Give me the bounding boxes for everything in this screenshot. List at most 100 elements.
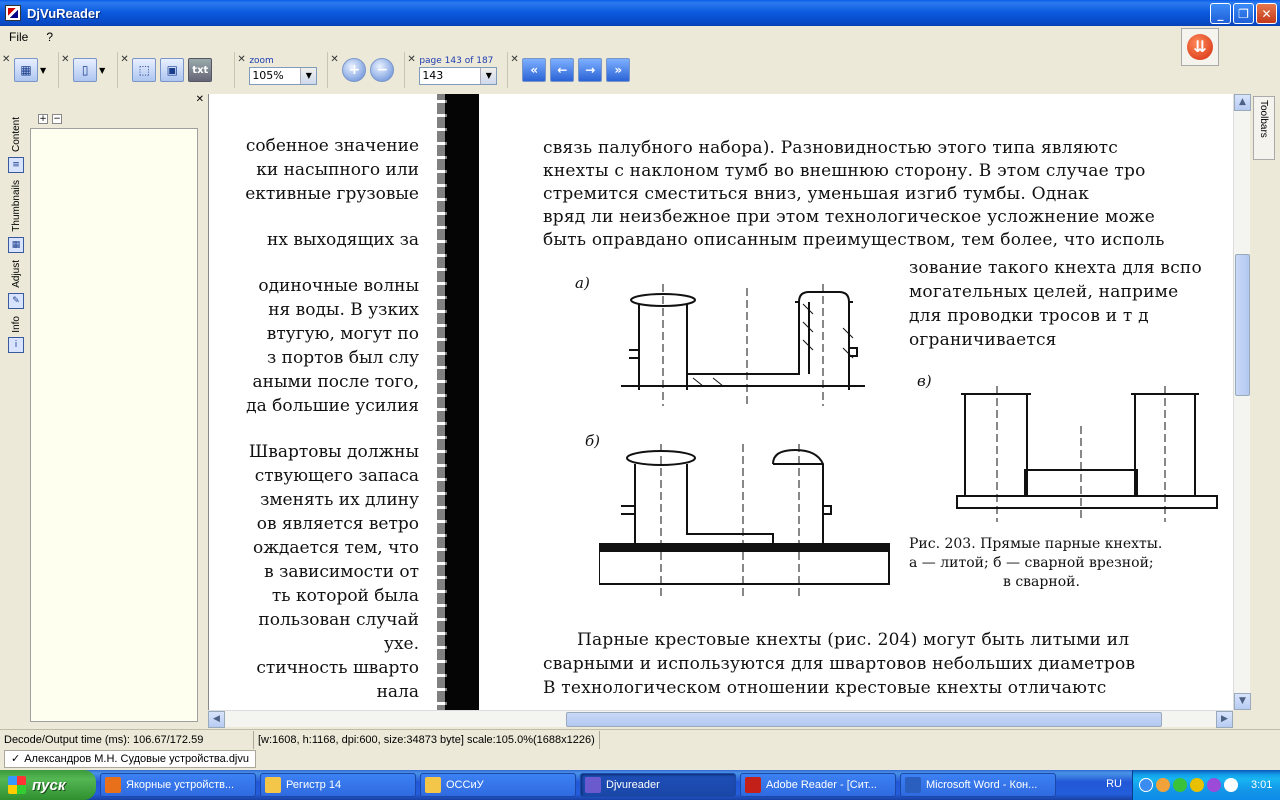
plus-icon: + <box>348 62 361 78</box>
taskbar-item[interactable]: ОССиУ <box>420 773 576 797</box>
close-button[interactable]: ✕ <box>1256 3 1277 24</box>
first-page-button[interactable]: « <box>522 58 547 82</box>
close-icon[interactable]: ✕ <box>196 94 204 105</box>
tray-volume-icon[interactable] <box>1224 778 1238 792</box>
page-value: 143 <box>422 69 444 82</box>
select-region-button[interactable]: ⬚ <box>132 58 157 82</box>
close-icon[interactable]: ✕ <box>510 54 518 65</box>
toolbar-group-page: ✕ ▯ ▼ <box>59 52 119 88</box>
vertical-scrollbar[interactable]: ▲ ▼ <box>1233 94 1251 710</box>
left-page-line: ождается тем, что <box>253 538 419 558</box>
collapse-all-icon[interactable]: − <box>52 114 62 124</box>
toolbar-group-select: ✕ ⬚ ▣ txt <box>118 52 236 88</box>
horizontal-scrollbar[interactable]: ◀ ▶ <box>208 710 1233 728</box>
minus-icon: − <box>376 62 389 78</box>
vertical-scroll-thumb[interactable] <box>1235 254 1250 396</box>
scroll-left-button[interactable]: ◀ <box>208 711 225 728</box>
taskbar: пуск Якорные устройств... Регистр 14 ОССиУ… <box>0 770 1280 800</box>
taskbar-item[interactable]: Регистр 14 <box>260 773 416 797</box>
minimize-button[interactable]: _ <box>1210 3 1231 24</box>
tray-network-icon[interactable] <box>1173 778 1187 792</box>
left-page-line: ствующего запаса <box>254 466 419 486</box>
menu-help[interactable]: ? <box>43 29 56 45</box>
menu-file[interactable]: File <box>6 29 31 45</box>
toolbars-tab[interactable]: Toolbars <box>1253 96 1275 160</box>
zoom-in-button[interactable]: + <box>342 58 367 82</box>
tab-adjust[interactable]: Adjust ✎ <box>6 257 26 309</box>
left-page-line: Швартовы должны <box>248 442 419 462</box>
zoom-select[interactable]: 105% ▼ <box>249 66 318 85</box>
close-icon[interactable]: ✕ <box>2 54 10 65</box>
taskbar-item-label: Djvureader <box>606 779 660 791</box>
close-icon[interactable]: ✕ <box>330 54 338 65</box>
figure-label-b: б) <box>585 432 601 450</box>
tab-thumbnails[interactable]: Thumbnails ▦ <box>6 177 26 253</box>
left-page-line: ективные грузовые <box>245 184 419 204</box>
title-bar: DjVuReader _ ❐ ✕ <box>0 0 1280 26</box>
expand-all-icon[interactable]: + <box>38 114 48 124</box>
tray-media-icon[interactable] <box>1207 778 1221 792</box>
taskbar-item-label: Регистр 14 <box>286 779 342 791</box>
next-page-button[interactable]: → <box>578 58 603 82</box>
image-icon: ▣ <box>166 63 178 77</box>
language-indicator[interactable]: RU <box>1106 778 1122 790</box>
chevron-down-icon[interactable]: ▼ <box>300 67 317 84</box>
toolbar: ✕ ▦ ▼ ✕ ▯ ▼ ✕ ⬚ ▣ txt ✕ zoom 105% ▼ ✕ + … <box>0 50 1250 90</box>
close-icon[interactable]: ✕ <box>237 54 245 65</box>
horizontal-scroll-thumb[interactable] <box>566 712 1162 727</box>
previous-page-button[interactable]: ← <box>550 58 575 82</box>
left-page-line: ов является ветро <box>256 514 419 534</box>
left-page-line: собенное значение <box>245 136 419 156</box>
right-page-line: В технологическом отношении крестовые кн… <box>543 678 1107 698</box>
right-arrow-icon: → <box>585 63 596 77</box>
start-button[interactable]: пуск <box>0 770 96 800</box>
select-image-button[interactable]: ▣ <box>160 58 185 82</box>
clock[interactable]: 3:01 <box>1251 779 1272 791</box>
layout-button[interactable]: ▦ <box>14 58 38 82</box>
maximize-button[interactable]: ❐ <box>1233 3 1254 24</box>
djvureader-app-icon[interactable] <box>5 5 21 21</box>
content-tree[interactable] <box>30 128 198 722</box>
close-icon[interactable]: ✕ <box>61 54 69 65</box>
tab-content[interactable]: Content ≡ <box>6 114 26 174</box>
taskbar-app-icon <box>905 777 921 793</box>
chevron-down-icon[interactable]: ▼ <box>99 66 105 75</box>
tab-info[interactable]: Info i <box>6 313 26 354</box>
file-tab-label: Александров М.Н. Судовые устройства.djvu <box>24 753 249 765</box>
tab-info-label: Info <box>10 315 22 333</box>
taskbar-app-icon <box>265 777 281 793</box>
close-icon[interactable]: ✕ <box>120 54 128 65</box>
left-page: собенное значение ки насыпного или ективны… <box>209 94 445 710</box>
taskbar-item[interactable]: Djvureader <box>580 773 736 797</box>
file-tab[interactable]: ✓ Александров М.Н. Судовые устройства.dj… <box>4 750 256 768</box>
tray-security-icon[interactable] <box>1190 778 1204 792</box>
left-page-line: пользован случай <box>258 610 419 630</box>
side-panel: ✕ Content ≡ Thumbnails ▦ Adjust ✎ Info i… <box>0 94 207 726</box>
document-view[interactable]: собенное значение ки насыпного или ективны… <box>208 94 1248 710</box>
taskbar-item[interactable]: Якорные устройств... <box>100 773 256 797</box>
scroll-right-button[interactable]: ▶ <box>1216 711 1233 728</box>
taskbar-item-label: ОССиУ <box>446 779 484 791</box>
left-page-line: одиночные волны <box>258 276 419 296</box>
zoom-label: zoom <box>249 55 274 66</box>
windows-logo-icon <box>8 776 26 794</box>
taskbar-app-icon <box>105 777 121 793</box>
close-icon[interactable]: ✕ <box>407 54 415 65</box>
tray-app-icon[interactable] <box>1156 778 1170 792</box>
taskbar-app-icon <box>745 777 761 793</box>
text-mode-button[interactable]: txt <box>188 58 213 82</box>
zoom-out-button[interactable]: − <box>370 58 395 82</box>
figure-caption-line: Рис. 203. Прямые парные кнехты. <box>909 536 1163 552</box>
taskbar-item[interactable]: Adobe Reader - [Сит... <box>740 773 896 797</box>
scroll-down-button[interactable]: ▼ <box>1234 693 1251 710</box>
tab-content-label: Content <box>10 117 22 153</box>
double-left-arrow-icon: « <box>530 63 539 77</box>
chevron-down-icon[interactable]: ▼ <box>480 67 497 84</box>
tray-arrow-icon[interactable] <box>1139 778 1153 792</box>
last-page-button[interactable]: » <box>606 58 631 82</box>
taskbar-item[interactable]: Microsoft Word - Кон... <box>900 773 1056 797</box>
page-select[interactable]: 143 ▼ <box>419 66 498 85</box>
scroll-up-button[interactable]: ▲ <box>1234 94 1251 111</box>
page-mode-button[interactable]: ▯ <box>73 58 98 82</box>
chevron-down-icon[interactable]: ▼ <box>40 66 46 75</box>
